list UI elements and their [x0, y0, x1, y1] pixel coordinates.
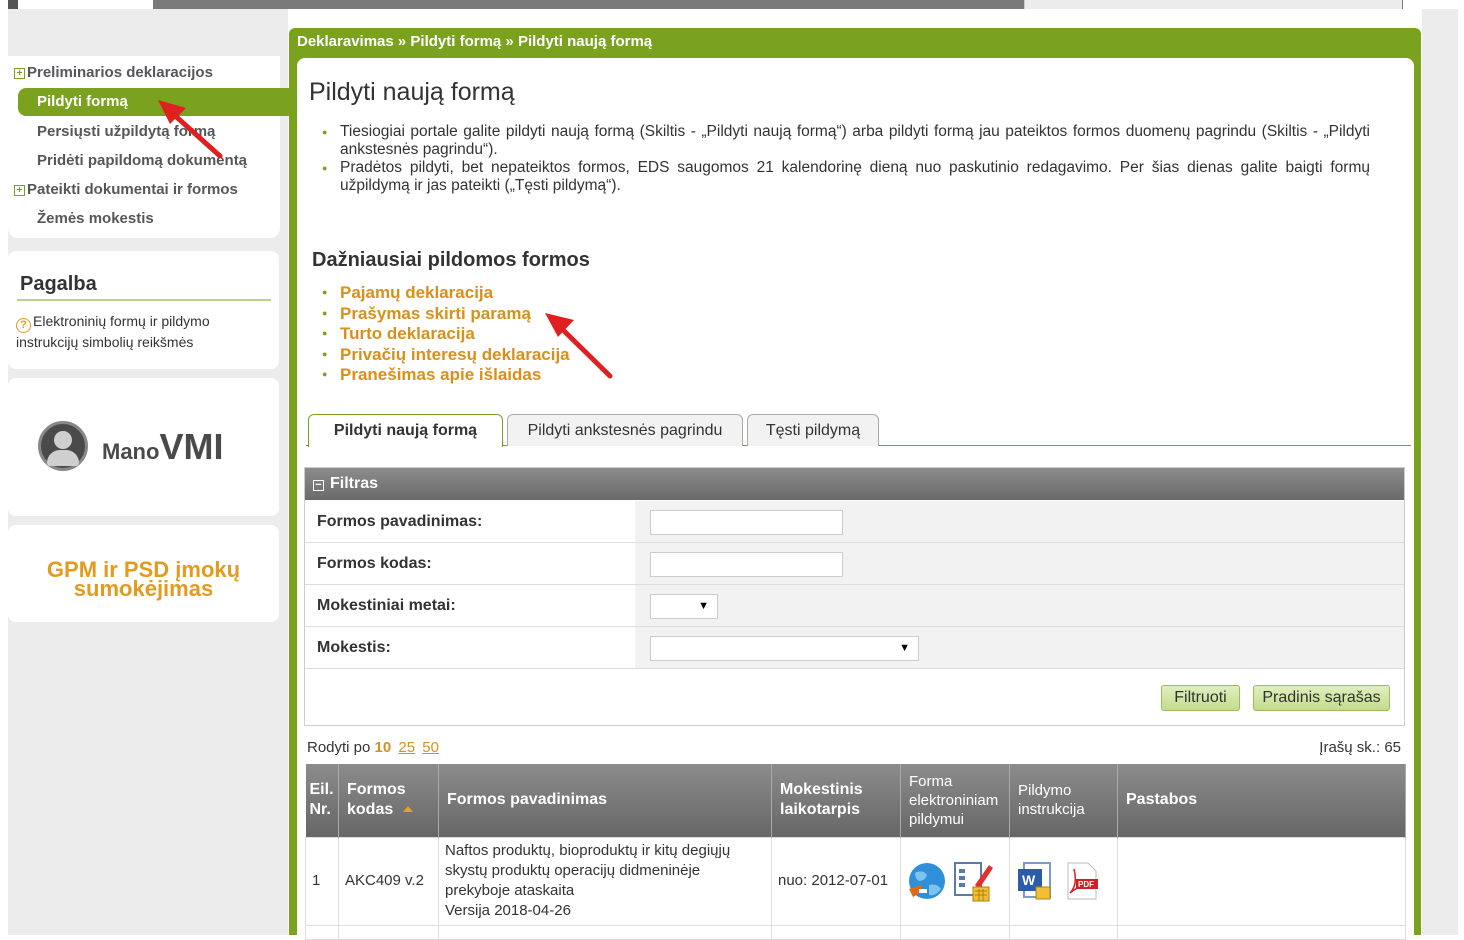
column-header-code[interactable]: Formos kodas [338, 764, 439, 837]
filter-row-name: Formos pavadinimas: [305, 501, 1404, 543]
gpm-payment-link[interactable]: GPM ir PSD įmokų sumokėjimas [8, 559, 279, 600]
frequent-form-link[interactable]: Privačių interesų deklaracija [322, 345, 570, 366]
expand-plus-icon[interactable]: + [14, 185, 25, 196]
filter-label: Formos pavadinimas: [317, 513, 483, 530]
filter-row-tax: Mokestis: ▼ [305, 627, 1404, 669]
online-form-globe-icon[interactable] [905, 859, 947, 903]
frequent-form-link[interactable]: Pajamų deklaracija [322, 283, 570, 304]
column-header-notes: Pastabos [1117, 764, 1406, 837]
intro-item: Pradėtos pildyti, bet nepateiktos formos… [322, 159, 1370, 195]
help-title: Pagalba [20, 273, 97, 295]
reset-list-button[interactable]: Pradinis sąrašas [1253, 685, 1390, 711]
frequent-form-link[interactable]: Prašymas skirti paramą [322, 304, 570, 325]
intro-list: Tiesiogiai portale galite pildyti naują … [322, 123, 1370, 195]
cell-eform [900, 836, 1010, 926]
svg-text:PDF: PDF [1078, 880, 1094, 889]
cell-name: Naftos produktų, bioproduktų ir kitų deg… [438, 836, 772, 926]
mano-vmi-logo[interactable]: ManoVMI [102, 426, 223, 468]
cell-nr: 1 [305, 836, 339, 926]
cell-instruction: W PDF [1009, 836, 1118, 926]
frequent-forms-title: Dažniausiai pildomos formos [312, 249, 590, 271]
expand-plus-icon[interactable]: + [14, 68, 25, 79]
sidebar-item-label: Pildyti formą [37, 93, 128, 110]
offline-form-calculator-icon[interactable] [951, 859, 994, 903]
table-row [305, 924, 1406, 940]
form-version: Versija 2018-04-26 [445, 902, 571, 919]
page-size-option[interactable]: 50 [422, 739, 439, 756]
sidebar-item-add-document[interactable]: Pridėti papildomą dokumentą [37, 152, 247, 169]
top-strip [0, 0, 1464, 9]
help-panel: Pagalba ? Elektroninių formų ir pildymo i… [8, 251, 279, 369]
page-title: Pildyti naują formą [309, 78, 515, 106]
cell-notes [1117, 836, 1406, 926]
column-header-name[interactable]: Formos pavadinimas [438, 764, 772, 837]
filter-label: Formos kodas: [317, 555, 432, 572]
top-strip-search [1024, 0, 1402, 9]
sidebar-item-send-form[interactable]: Persiųsti užpildytą formą [37, 123, 215, 140]
page-size-current: 10 [374, 739, 392, 756]
question-icon: ? [16, 318, 31, 333]
filter-label: Mokestis: [317, 639, 391, 656]
help-divider [17, 299, 271, 301]
form-code-input[interactable] [650, 552, 843, 577]
help-link-text[interactable]: Elektroninių formų ir pildymo instrukcij… [16, 313, 210, 350]
tab-continue[interactable]: Tęsti pildymą [747, 414, 879, 446]
tab-based-on-previous[interactable]: Pildyti ankstesnės pagrindu [507, 414, 743, 446]
sidebar-item-label: Preliminarios deklaracijos [27, 64, 213, 81]
dropdown-arrow-icon: ▼ [899, 642, 910, 654]
record-count: Įrašų sk.: 65 [1319, 739, 1401, 756]
filter-panel: − Filtras Formos pavadinimas: Formos koda… [304, 467, 1405, 726]
page-size-label: Rodyti po [307, 739, 371, 756]
right-gutter [1422, 9, 1458, 935]
filter-row-code: Formos kodas: [305, 543, 1404, 585]
filter-row-year: Mokestiniai metai: ▼ [305, 585, 1404, 627]
column-header-period[interactable]: Mokestinis laikotarpis [771, 764, 901, 837]
help-link[interactable]: ? Elektroninių formų ir pildymo instrukci… [16, 312, 274, 352]
cell-code: AKC409 v.2 [338, 836, 439, 926]
filter-label: Mokestiniai metai: [317, 597, 456, 614]
logo-vmi: VMI [159, 426, 224, 467]
table-row: 1 AKC409 v.2 Naftos produktų, bioprodukt… [305, 836, 1406, 926]
gpm-panel[interactable]: GPM ir PSD įmokų sumokėjimas [8, 525, 279, 622]
forms-table: Eil. Nr. Formos kodas Formos pavadinimas… [305, 764, 1406, 940]
table-header-row: Eil. Nr. Formos kodas Formos pavadinimas… [305, 764, 1406, 837]
sidebar-item-label: Pateikti dokumentai ir formos [27, 181, 238, 198]
sidebar-item-fill-form[interactable]: Pildyti formą [18, 88, 290, 116]
frequent-form-link[interactable]: Pranešimas apie išlaidas [322, 365, 570, 386]
page-size-selector: Rodyti po 10 25 50 [307, 739, 439, 756]
svg-text:W: W [1022, 872, 1036, 888]
pdf-document-icon[interactable]: PDF [1060, 859, 1102, 903]
filter-header[interactable]: − Filtras [305, 468, 1404, 500]
column-header-instruction: Pildymo instrukcija [1009, 764, 1118, 837]
tab-new-form[interactable]: Pildyti naują formą [308, 414, 503, 447]
mano-vmi-panel[interactable]: ManoVMI [8, 378, 279, 516]
page-size-option[interactable]: 25 [398, 739, 415, 756]
top-strip-left [8, 0, 18, 9]
filter-title: Filtras [330, 475, 379, 492]
collapse-minus-icon[interactable]: − [313, 480, 324, 491]
intro-item: Tiesiogiai portale galite pildyti naują … [322, 123, 1370, 159]
form-name-input[interactable] [650, 510, 843, 535]
tax-year-select[interactable]: ▼ [650, 594, 718, 619]
sidebar-item-land-tax[interactable]: Žemės mokestis [37, 210, 154, 227]
sort-asc-icon [403, 806, 414, 813]
filter-button[interactable]: Filtruoti [1161, 685, 1240, 711]
tax-type-select[interactable]: ▼ [650, 636, 919, 661]
form-name: Naftos produktų, bioproduktų ir kitų deg… [445, 842, 731, 899]
sidebar-item-preliminary[interactable]: + Preliminarios deklaracijos [14, 64, 213, 81]
word-document-icon[interactable]: W [1014, 859, 1056, 903]
user-avatar-icon [38, 421, 88, 471]
frequent-forms-list: Pajamų deklaracija Prašymas skirti param… [322, 283, 570, 386]
logo-mano: Mano [102, 439, 160, 464]
column-header-eform: Forma elektroniniam pildymui [900, 764, 1010, 837]
dropdown-arrow-icon: ▼ [698, 600, 709, 612]
sidebar-item-submitted[interactable]: + Pateikti dokumentai ir formos [14, 181, 238, 198]
frequent-form-link[interactable]: Turto deklaracija [322, 324, 570, 345]
column-header-nr[interactable]: Eil. Nr. [305, 764, 339, 837]
cell-period: nuo: 2012-07-01 [771, 836, 901, 926]
breadcrumb: Deklaravimas » Pildyti formą » Pildyti n… [297, 33, 653, 50]
